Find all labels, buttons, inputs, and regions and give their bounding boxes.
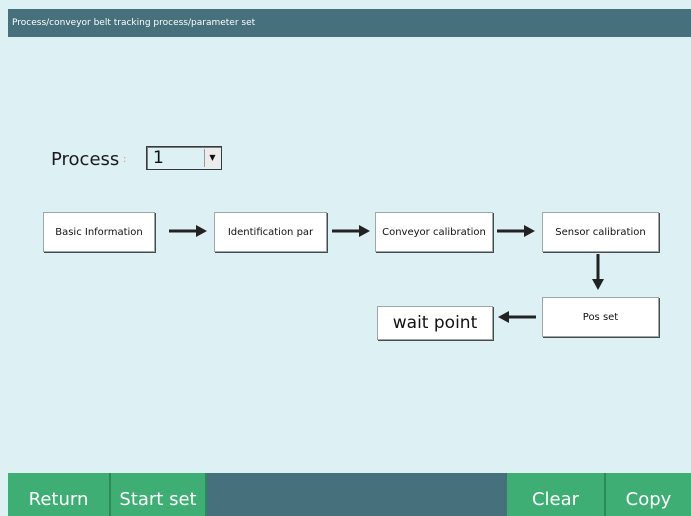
arrow-right-icon (332, 225, 370, 237)
main-panel: Process : 1 ▼ Basic Information Identifi… (8, 37, 691, 473)
basic-information-button[interactable]: Basic Information (43, 212, 155, 252)
wait-point-button[interactable]: wait point (377, 306, 493, 340)
copy-button[interactable]: Copy (606, 473, 691, 516)
window-title: Process/conveyor belt tracking process/p… (8, 9, 691, 37)
return-button[interactable]: Return (8, 473, 111, 516)
caret-down-icon[interactable]: ▼ (204, 149, 220, 167)
arrow-right-icon (497, 225, 535, 237)
clear-button[interactable]: Clear (507, 473, 606, 516)
start-set-button[interactable]: Start set (111, 473, 207, 516)
process-select-value: 1 (153, 148, 164, 168)
arrow-down-icon (592, 254, 604, 290)
process-colon: : (123, 154, 127, 165)
identification-par-button[interactable]: Identification par (214, 212, 327, 252)
process-select[interactable]: 1 ▼ (146, 146, 222, 170)
arrow-right-icon (169, 225, 207, 237)
conveyor-calibration-button[interactable]: Conveyor calibration (375, 212, 493, 252)
process-label: Process (51, 149, 120, 170)
sensor-calibration-button[interactable]: Sensor calibration (542, 212, 659, 252)
pos-set-button[interactable]: Pos set (542, 297, 659, 337)
arrow-left-icon (498, 311, 536, 323)
